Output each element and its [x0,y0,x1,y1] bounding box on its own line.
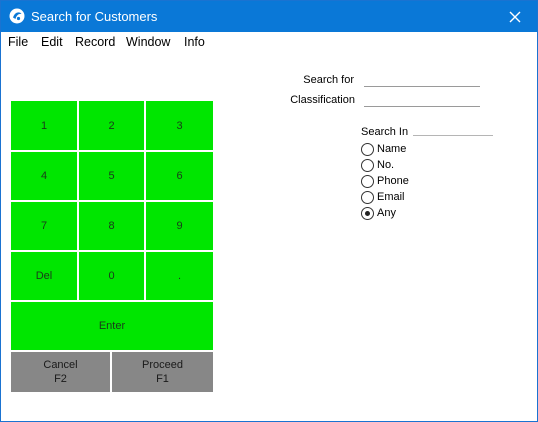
proceed-shortcut: F1 [156,373,169,385]
key-3[interactable]: 3 [146,101,213,150]
radio-any-circle[interactable] [361,206,374,220]
radio-number[interactable]: No. [361,158,394,172]
app-logo-icon [9,8,25,24]
dialog-content: 1 2 3 4 5 6 7 8 9 Del 0 . Enter Cancel F… [1,52,537,421]
proceed-button[interactable]: Proceed F1 [112,352,213,392]
menu-file[interactable]: File [8,35,28,49]
numeric-keypad: 1 2 3 4 5 6 7 8 9 Del 0 . Enter Cancel F… [11,101,213,392]
title-bar[interactable]: Search for Customers [1,1,537,32]
proceed-label: Proceed [142,359,183,371]
cancel-shortcut: F2 [54,373,67,385]
key-7[interactable]: 7 [11,202,77,250]
enter-button[interactable]: Enter [11,302,213,350]
key-delete[interactable]: Del [11,252,77,300]
cancel-button[interactable]: Cancel F2 [11,352,110,392]
radio-email-circle[interactable] [361,190,374,204]
radio-phone-label: Phone [377,175,409,187]
radio-number-label: No. [377,159,395,171]
radio-email-label: Email [377,191,405,203]
close-button[interactable] [493,1,537,32]
menu-edit[interactable]: Edit [41,35,63,49]
radio-email[interactable]: Email [361,190,405,204]
key-6[interactable]: 6 [146,152,213,200]
close-icon [509,11,521,22]
key-5[interactable]: 5 [79,152,144,200]
key-2[interactable]: 2 [79,101,144,150]
menu-bar: File Edit Record Window Info [1,32,537,52]
menu-record[interactable]: Record [75,35,115,49]
classification-input[interactable] [364,93,480,107]
window-title: Search for Customers [31,9,158,24]
search-in-divider [413,135,493,136]
search-for-label: Search for [303,74,354,86]
search-for-input[interactable] [364,73,480,87]
key-9[interactable]: 9 [146,202,213,250]
key-0[interactable]: 0 [79,252,144,300]
key-4[interactable]: 4 [11,152,77,200]
radio-name[interactable]: Name [361,142,406,156]
radio-phone-circle[interactable] [361,174,374,188]
radio-any[interactable]: Any [361,206,396,220]
search-customers-window: Search for Customers File Edit Record Wi… [0,0,538,422]
menu-window[interactable]: Window [126,35,170,49]
radio-any-label: Any [377,207,396,219]
cancel-label: Cancel [43,359,78,371]
key-8[interactable]: 8 [79,202,144,250]
search-in-label: Search In [361,126,409,138]
radio-name-circle[interactable] [361,142,374,156]
key-decimal[interactable]: . [146,252,213,300]
menu-info[interactable]: Info [184,35,205,49]
radio-name-label: Name [377,143,407,155]
classification-label: Classification [290,94,355,106]
key-1[interactable]: 1 [11,101,77,150]
radio-number-circle[interactable] [361,158,374,172]
radio-phone[interactable]: Phone [361,174,409,188]
